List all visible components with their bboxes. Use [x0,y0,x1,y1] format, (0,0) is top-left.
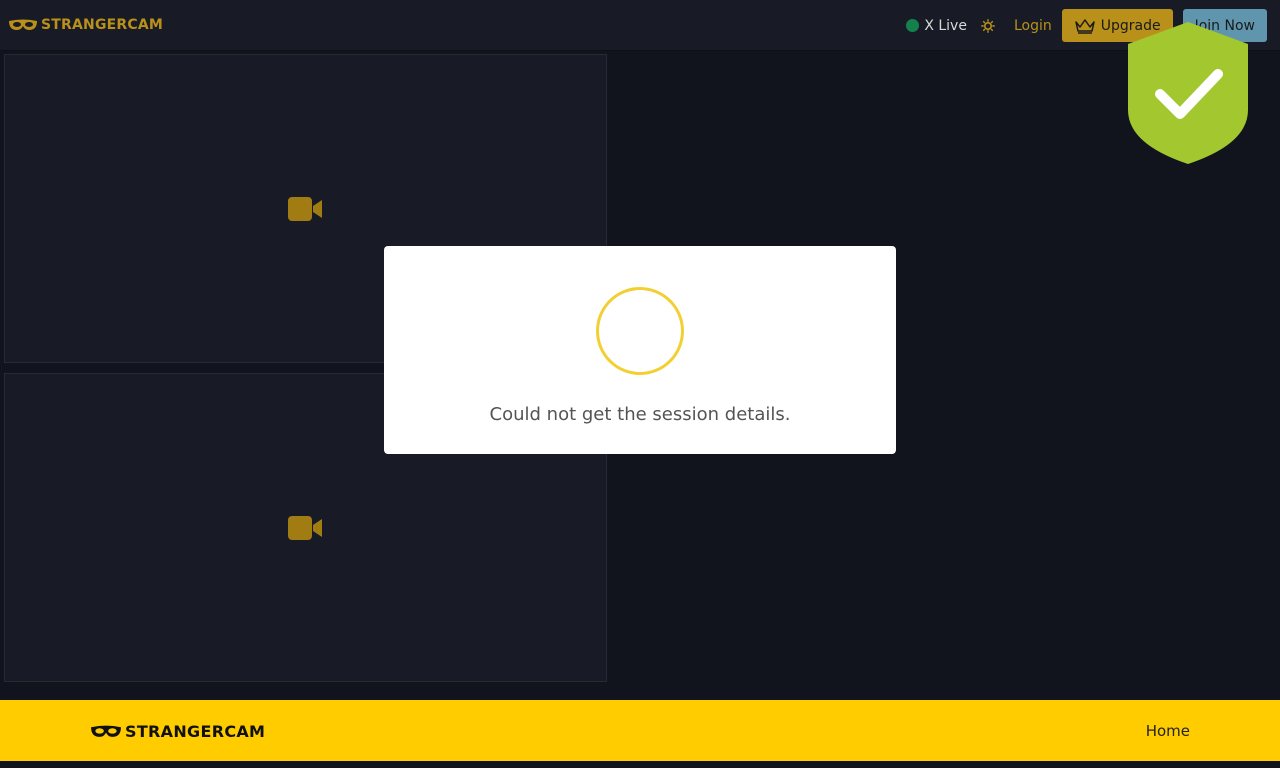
live-status-dot [906,19,920,32]
footer-logo[interactable]: STRANGERCAM [90,722,265,741]
loading-spinner-icon [596,287,684,375]
logo-text: STRANGERCAM [41,17,164,33]
sun-icon[interactable] [981,18,995,33]
footer-home-link[interactable]: Home [1146,722,1190,740]
footer: STRANGERCAM Home [0,700,1280,761]
page-bottom-edge [0,761,1280,768]
top-navbar: STRANGERCAM X Live Login Upgrade Join No… [0,0,1280,51]
footer-logo-text: STRANGERCAM [125,722,266,741]
video-camera-icon [288,515,322,540]
error-message: Could not get the session details. [489,404,791,425]
mask-icon [9,19,37,30]
shield-check-icon [1128,22,1248,164]
video-camera-icon [288,196,322,221]
mask-icon [91,725,121,737]
login-link[interactable]: Login [1014,18,1052,34]
crown-icon [1074,18,1095,34]
site-logo[interactable]: STRANGERCAM [8,17,163,33]
live-label: X Live [924,17,967,34]
live-count: X Live [906,18,967,34]
error-dialog: Could not get the session details. [384,246,896,454]
